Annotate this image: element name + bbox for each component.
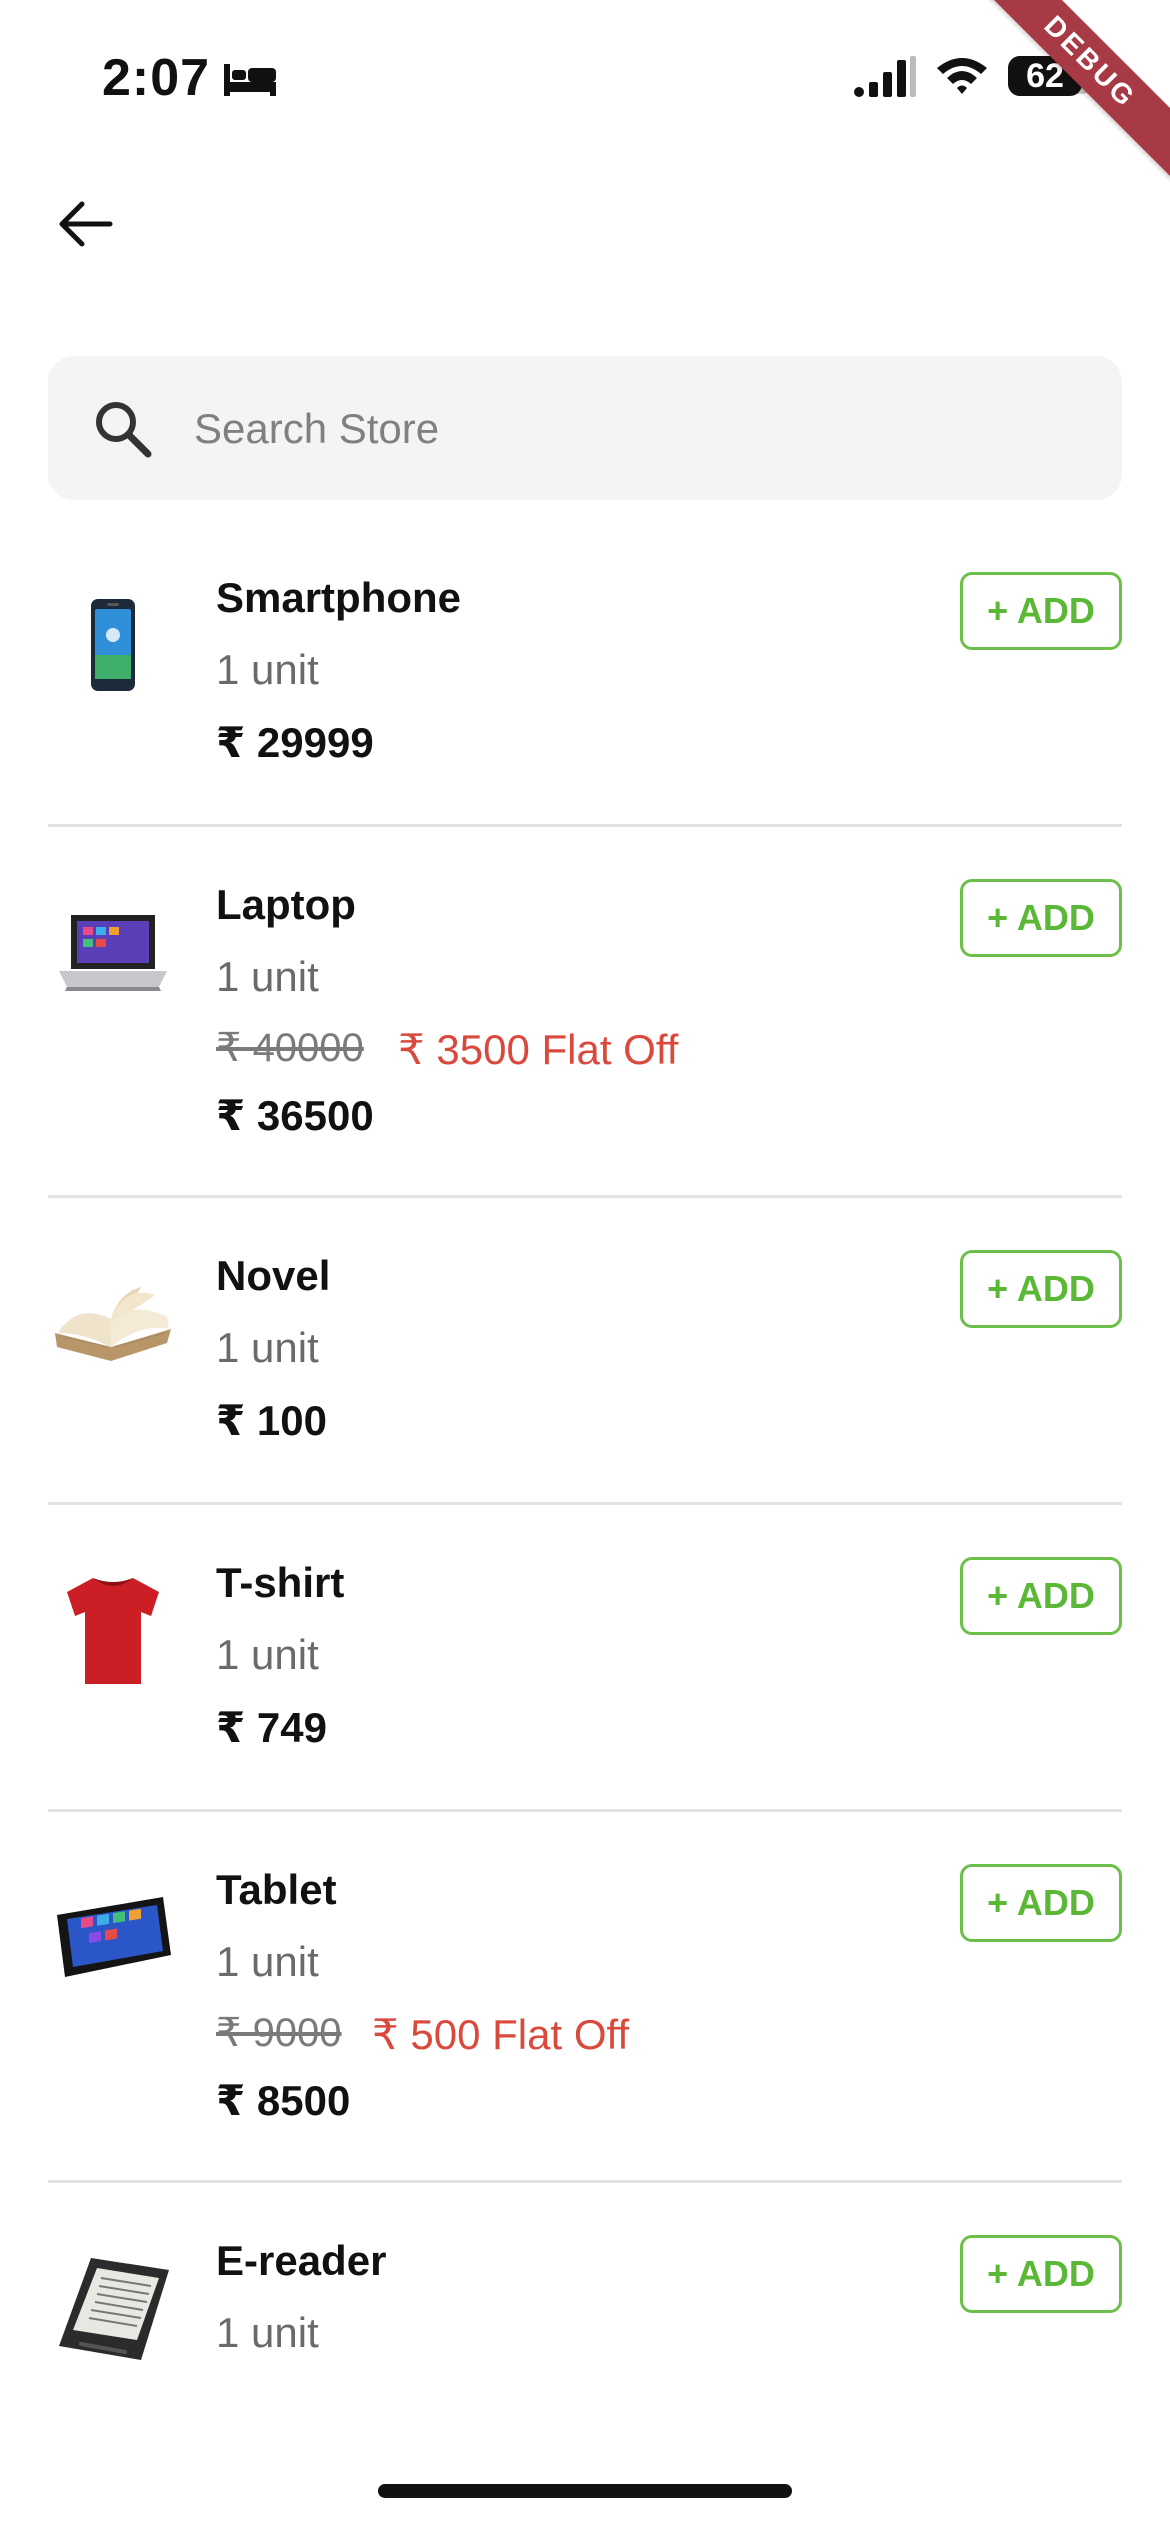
add-button[interactable]: + ADD	[960, 2235, 1122, 2313]
add-button[interactable]: + ADD	[960, 572, 1122, 650]
add-button[interactable]: + ADD	[960, 1557, 1122, 1635]
tshirt-icon	[48, 1565, 178, 1695]
original-price: ₹ 9000	[216, 2011, 342, 2055]
smartphone-icon	[48, 580, 178, 710]
home-indicator[interactable]	[378, 2484, 792, 2498]
wifi-icon	[937, 58, 987, 94]
book-icon	[48, 1258, 178, 1388]
arrow-left-icon	[59, 201, 113, 247]
product-name: T-shirt	[216, 1559, 345, 1606]
product-price: ₹ 749	[216, 1704, 327, 1751]
product-name: Laptop	[216, 881, 356, 928]
product-unit: 1 unit	[216, 953, 319, 1000]
product-row-laptop: Laptop 1 unit ₹ 40000 ₹ 3500 Flat Off ₹ …	[48, 827, 1122, 1198]
laptop-icon	[48, 887, 178, 1017]
search-input[interactable]	[192, 396, 1076, 462]
product-unit: 1 unit	[216, 1938, 319, 1985]
product-list: Smartphone 1 unit ₹ 29999 + ADD Laptop 1…	[48, 520, 1122, 2423]
add-button[interactable]: + ADD	[960, 1250, 1122, 1328]
product-unit: 1 unit	[216, 2309, 319, 2356]
product-price: ₹ 29999	[216, 719, 374, 766]
status-bar: 2:07 62 DEBUG	[0, 0, 1170, 186]
product-name: E-reader	[216, 2237, 387, 2284]
product-unit: 1 unit	[216, 1324, 319, 1371]
original-price: ₹ 40000	[216, 1026, 364, 1070]
product-row-novel: Novel 1 unit ₹ 100 + ADD	[48, 1198, 1122, 1505]
product-name: Smartphone	[216, 574, 462, 621]
product-unit: 1 unit	[216, 1631, 319, 1678]
product-name: Tablet	[216, 1866, 337, 1913]
cellular-signal-icon	[854, 56, 916, 97]
product-row-tshirt: T-shirt 1 unit ₹ 749 + ADD	[48, 1505, 1122, 1812]
ereader-icon	[48, 2243, 178, 2373]
search-icon	[96, 402, 152, 458]
product-price: ₹ 8500	[216, 2077, 351, 2124]
add-button[interactable]: + ADD	[960, 1864, 1122, 1942]
product-name: Novel	[216, 1252, 331, 1299]
search-bar[interactable]	[48, 356, 1122, 500]
tablet-icon	[48, 1872, 178, 2002]
product-price: ₹ 36500	[216, 1092, 374, 1139]
status-time: 2:07	[102, 49, 211, 107]
discount-label: ₹ 500 Flat Off	[372, 2011, 630, 2058]
product-price: ₹ 100	[216, 1397, 327, 1444]
back-button[interactable]	[46, 184, 126, 264]
product-unit: 1 unit	[216, 646, 319, 693]
bed-icon	[224, 64, 276, 96]
add-button[interactable]: + ADD	[960, 879, 1122, 957]
product-row-ereader: E-reader 1 unit + ADD	[48, 2183, 1122, 2423]
discount-label: ₹ 3500 Flat Off	[398, 1026, 679, 1073]
product-row-tablet: Tablet 1 unit ₹ 9000 ₹ 500 Flat Off ₹ 85…	[48, 1812, 1122, 2183]
product-row-smartphone: Smartphone 1 unit ₹ 29999 + ADD	[48, 520, 1122, 827]
